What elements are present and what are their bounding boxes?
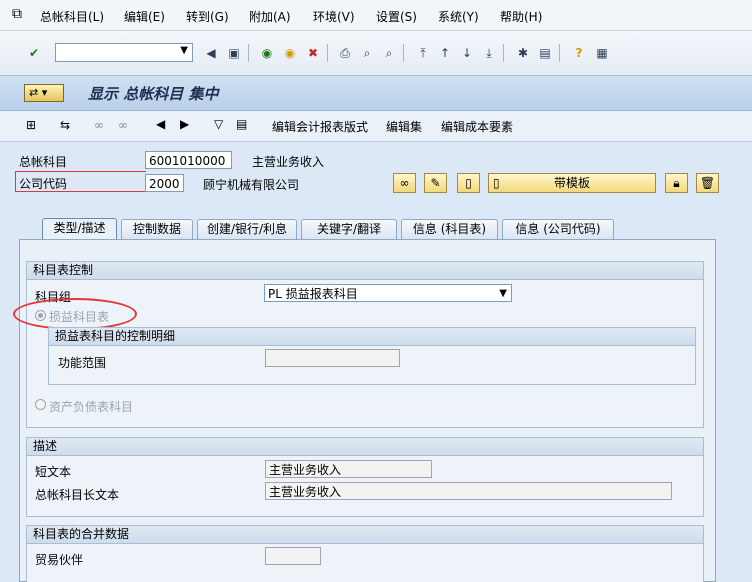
help-icon[interactable]: ? [571,45,587,61]
exit-icon[interactable]: ◉ [282,45,298,61]
next-page-icon[interactable]: ↓ [459,45,475,61]
layout-menu-icon[interactable]: ▦ [594,45,610,61]
with-template-label: 带模板 [553,176,590,190]
edit-report-layout-button[interactable]: 编辑会计报表版式 [272,118,368,135]
title-bar: ⇄ ▾ 显示 总帐科目 集中 [0,76,752,111]
save-icon[interactable]: ▣ [226,45,242,61]
menu-bar: ⧉ 总帐科目(L) 编辑(E) 转到(G) 附加(A) 环境(V) 设置(S) … [0,0,752,31]
lock-button[interactable]: 🔒︎ [665,173,688,193]
chevron-down-icon[interactable]: ▼ [499,285,507,303]
tab-type-description[interactable]: 类型/描述 [42,218,117,240]
print-icon[interactable]: ⎙ [337,45,353,61]
gl-account-description: 主营业务收入 [252,155,325,169]
create-session-icon[interactable]: ✱ [515,45,531,61]
short-text-input[interactable]: 主营业务收入 [265,460,432,478]
bs-account-label: 资产负债表科目 [49,400,134,414]
last-page-icon[interactable]: ⤓ [481,45,497,61]
glasses-button[interactable]: ∞ [393,173,416,193]
find-icon[interactable]: ⌕ [359,45,375,61]
tab-keyword-translation[interactable]: 关键字/翻译 [301,219,397,239]
back-icon[interactable]: ◉ [259,45,275,61]
short-text-label: 短文本 [35,465,72,479]
command-field[interactable]: ▼ [55,43,193,62]
tab-control-data[interactable]: 控制数据 [121,219,193,239]
edit-set-button[interactable]: 编辑集 [386,118,422,135]
new-document-icon: ▯ [465,176,472,190]
highlight-circle [13,298,137,330]
shortcut-icon[interactable]: ▤ [537,45,553,61]
delete-button[interactable]: 🗑︎ [696,173,719,193]
trading-partner-label: 贸易伙伴 [35,553,84,567]
toolbar-separator [403,44,404,62]
account-group-value: PL 损益报表科目 [268,287,358,301]
display-mode-icon[interactable]: ⇄ ▾ [24,84,64,102]
with-template-button[interactable]: ▯ 带模板 [488,173,656,193]
edit-pencil-button[interactable]: ✎ [424,173,447,193]
company-name: 顾宁机械有限公司 [203,178,300,192]
menu-goto[interactable]: 转到(G) [186,8,229,25]
description-title: 描述 [27,438,703,456]
tab-info-company-code[interactable]: 信息 (公司代码) [502,219,614,239]
menu-system[interactable]: 系统(Y) [438,8,479,25]
filter-icon[interactable]: ▽ [214,117,223,131]
pencil-icon: ✎ [430,176,441,190]
long-text-label: 总帐科目长文本 [35,488,120,502]
consolidation-title: 科目表的合并数据 [27,526,703,544]
menu-help[interactable]: 帮助(H) [500,8,542,25]
menu-gl-account[interactable]: 总帐科目(L) [40,8,104,25]
lock-icon: 🔒︎ [673,176,680,190]
template-document-icon: ▯ [493,176,500,190]
menu-extras[interactable]: 附加(A) [249,8,291,25]
company-code-label: 公司代码 [19,177,68,191]
toolbar-separator [559,44,560,62]
create-button[interactable]: ▯ [457,173,480,193]
menu-environment[interactable]: 环境(V) [313,8,355,25]
gl-account-label: 总帐科目 [19,155,68,169]
back-arrow-icon[interactable]: ◀ [203,45,219,61]
switch-icon[interactable]: ⇆ [60,118,70,132]
find-next-icon[interactable]: ⌕ [381,45,397,61]
bs-account-radio [35,399,46,410]
pl-detail-title: 损益表科目的控制明细 [49,328,695,346]
consolidation-group: 科目表的合并数据 [26,525,704,582]
enter-check-icon[interactable]: ✔ [26,45,42,61]
coa-control-title: 科目表控制 [27,262,703,280]
toolbar-separator [503,44,504,62]
chevron-down-icon[interactable]: ▼ [180,45,188,56]
menu-settings[interactable]: 设置(S) [376,8,417,25]
functional-area-input[interactable] [265,349,400,367]
company-code-input[interactable]: 2000 [145,174,184,192]
other-object-icon[interactable]: ⊞ [26,118,36,132]
page-title: 显示 总帐科目 集中 [88,85,219,103]
application-toolbar: ⊞ ⇆ ∞ ∞ ◀ ▶ ▽ ▤ 编辑会计报表版式 编辑集 编辑成本要素 [0,111,752,142]
toolbar-separator [248,44,249,62]
edit-cost-element-button[interactable]: 编辑成本要素 [441,118,513,135]
functional-area-label: 功能范围 [58,356,107,370]
toolbar-separator [327,44,328,62]
gl-account-input[interactable]: 6001010000 [145,151,232,169]
tab-info-coa[interactable]: 信息 (科目表) [401,219,498,239]
next-icon[interactable]: ▶ [180,117,189,131]
tab-create-bank-interest[interactable]: 创建/银行/利息 [197,219,297,239]
cancel-icon[interactable]: ✖ [305,45,321,61]
menu-edit[interactable]: 编辑(E) [124,8,165,25]
account-group-select[interactable]: PL 损益报表科目 ▼ [264,284,512,302]
link-icon[interactable]: ∞ [94,118,104,132]
trash-icon: 🗑︎ [699,176,716,190]
unlink-icon[interactable]: ∞ [118,118,128,132]
trading-partner-input[interactable] [265,547,321,565]
document-icon[interactable]: ▤ [236,117,247,131]
first-page-icon[interactable]: ⤒ [415,45,431,61]
previous-icon[interactable]: ◀ [156,117,165,131]
previous-page-icon[interactable]: ↑ [437,45,453,61]
glasses-icon: ∞ [399,176,410,190]
long-text-input[interactable]: 主营业务收入 [265,482,672,500]
window-menu-icon[interactable]: ⧉ [12,6,22,22]
